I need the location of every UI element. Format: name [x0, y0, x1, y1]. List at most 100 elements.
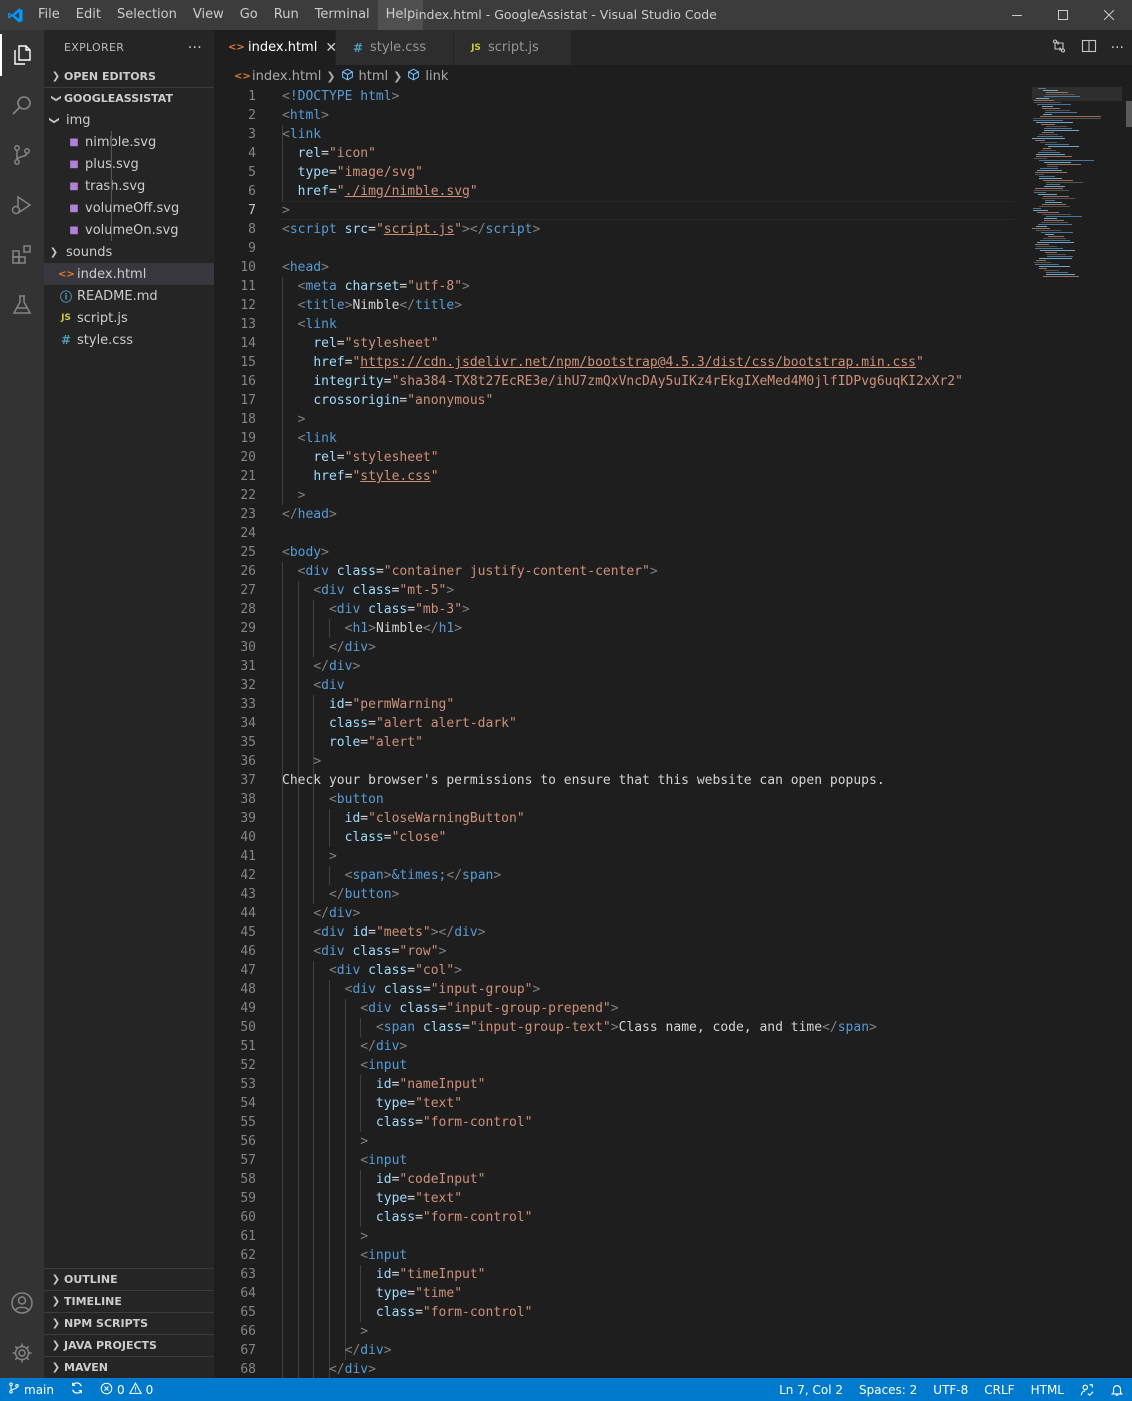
code-line[interactable]: 16 integrity="sha384-TX8t27EcRE3e/ihU7zm…: [214, 372, 1014, 391]
minimap[interactable]: [1032, 87, 1122, 287]
code-line[interactable]: 65 class="form-control": [214, 1303, 1014, 1322]
code-line[interactable]: 13 <link: [214, 315, 1014, 334]
menu-help[interactable]: Help: [377, 0, 424, 30]
tree-item-plus-svg[interactable]: ■plus.svg: [44, 153, 214, 175]
tree-item-script-js[interactable]: JS script.js: [44, 307, 214, 329]
menu-terminal[interactable]: Terminal: [307, 0, 378, 30]
code-line[interactable]: 43 </button>: [214, 885, 1014, 904]
code-line[interactable]: 61 >: [214, 1227, 1014, 1246]
code-line[interactable]: 51 </div>: [214, 1037, 1014, 1056]
menu-edit[interactable]: Edit: [68, 0, 109, 30]
indentation[interactable]: Spaces: 2: [851, 1378, 925, 1401]
code-line[interactable]: 42 <span>&times;</span>: [214, 866, 1014, 885]
feedback-icon[interactable]: [1072, 1378, 1102, 1401]
code-line[interactable]: 22 >: [214, 486, 1014, 505]
code-line[interactable]: 53 id="nameInput": [214, 1075, 1014, 1094]
tree-item-readme-md[interactable]: ⓘ README.md: [44, 285, 214, 307]
code-line[interactable]: 12 <title>Nimble</title>: [214, 296, 1014, 315]
code-editor[interactable]: 1 <!DOCTYPE html> 2 <html> 3 <link 4 rel="icon…: [214, 87, 1132, 1378]
tree-item-volumeon-svg[interactable]: ■ volumeOn.svg: [44, 219, 214, 241]
code-line[interactable]: 57 <input: [214, 1151, 1014, 1170]
source-control-icon[interactable]: [0, 130, 44, 180]
breadcrumb-file[interactable]: index.html: [252, 69, 321, 84]
tree-item-trash-svg[interactable]: ■ trash.svg: [44, 175, 214, 197]
menu-run[interactable]: Run: [266, 0, 307, 30]
code-line[interactable]: 47 <div class="col">: [214, 961, 1014, 980]
code-line[interactable]: 10 <head>: [214, 258, 1014, 277]
code-line[interactable]: 19 <link: [214, 429, 1014, 448]
code-line[interactable]: 5 type="image/svg": [214, 163, 1014, 182]
menu-go[interactable]: Go: [232, 0, 266, 30]
maximize-button[interactable]: [1040, 0, 1086, 30]
tree-item-nimble-svg[interactable]: ■ nimble.svg: [44, 131, 214, 153]
tab-style-css[interactable]: # style.css: [336, 30, 454, 65]
run-debug-icon[interactable]: [0, 180, 44, 230]
tree-item-img[interactable]: ❯ img: [44, 109, 214, 131]
editor-scrollbar[interactable]: [1126, 101, 1132, 127]
code-line[interactable]: 11 <meta charset="utf-8">: [214, 277, 1014, 296]
code-line[interactable]: 29 <h1>Nimble</h1>: [214, 619, 1014, 638]
close-window-button[interactable]: [1086, 0, 1132, 30]
extensions-icon[interactable]: [0, 230, 44, 280]
split-editor-icon[interactable]: [1081, 38, 1097, 58]
language-mode[interactable]: HTML: [1023, 1378, 1072, 1401]
code-line[interactable]: 23 </head>: [214, 505, 1014, 524]
section-maven[interactable]: ❯ MAVEN: [44, 1356, 214, 1378]
tab-script-js[interactable]: JS script.js: [454, 30, 572, 65]
project-section[interactable]: ❯ GOOGLEASSISTAT: [44, 87, 214, 109]
code-line[interactable]: 27 <div class="mt-5">: [214, 581, 1014, 600]
code-line[interactable]: 60 class="form-control": [214, 1208, 1014, 1227]
code-line[interactable]: 64 type="time": [214, 1284, 1014, 1303]
cursor-position[interactable]: Ln 7, Col 2: [771, 1378, 851, 1401]
tree-item-sounds[interactable]: ❯ sounds: [44, 241, 214, 263]
code-line[interactable]: 40 class="close": [214, 828, 1014, 847]
code-line[interactable]: 52 <input: [214, 1056, 1014, 1075]
code-line[interactable]: 46 <div class="row">: [214, 942, 1014, 961]
code-line[interactable]: 26 <div class="container justify-content…: [214, 562, 1014, 581]
breadcrumb-link[interactable]: link: [425, 69, 448, 84]
open-editors-section[interactable]: ❯ OPEN EDITORS: [44, 65, 214, 87]
settings-gear-icon[interactable]: [0, 1328, 44, 1378]
encoding[interactable]: UTF-8: [925, 1378, 976, 1401]
section-npm-scripts[interactable]: ❯ NPM SCRIPTS: [44, 1312, 214, 1334]
notifications-bell-icon[interactable]: [1102, 1378, 1132, 1401]
code-line[interactable]: 67 </div>: [214, 1341, 1014, 1360]
more-actions-icon[interactable]: ···: [188, 40, 202, 56]
code-line[interactable]: 37 Check your browser's permissions to en…: [214, 771, 1014, 790]
code-line[interactable]: 9: [214, 239, 1014, 258]
code-line[interactable]: 41 >: [214, 847, 1014, 866]
search-icon[interactable]: [0, 80, 44, 130]
code-line[interactable]: 66 >: [214, 1322, 1014, 1341]
code-line[interactable]: 15 href="https://cdn.jsdelivr.net/npm/bo…: [214, 353, 1014, 372]
menu-view[interactable]: View: [185, 0, 232, 30]
code-line[interactable]: 17 crossorigin="anonymous": [214, 391, 1014, 410]
tab-index-html[interactable]: <> index.html ✕: [214, 30, 337, 65]
section-java-projects[interactable]: ❯ JAVA PROJECTS: [44, 1334, 214, 1356]
code-line[interactable]: 24: [214, 524, 1014, 543]
code-line[interactable]: 20 rel="stylesheet": [214, 448, 1014, 467]
code-line[interactable]: 39 id="closeWarningButton": [214, 809, 1014, 828]
branch-status[interactable]: main: [0, 1378, 62, 1401]
code-line[interactable]: 4 rel="icon": [214, 144, 1014, 163]
code-line[interactable]: 31 </div>: [214, 657, 1014, 676]
code-line[interactable]: 18 >: [214, 410, 1014, 429]
code-line[interactable]: 45 <div id="meets"></div>: [214, 923, 1014, 942]
menu-file[interactable]: File: [30, 0, 68, 30]
code-line[interactable]: 32 <div: [214, 676, 1014, 695]
code-line[interactable]: 8 <script src="script.js"></script>: [214, 220, 1014, 239]
code-line[interactable]: 14 rel="stylesheet": [214, 334, 1014, 353]
code-line[interactable]: 50 <span class="input-group-text">Class …: [214, 1018, 1014, 1037]
code-line[interactable]: 49 <div class="input-group-prepend">: [214, 999, 1014, 1018]
code-line[interactable]: 35 role="alert": [214, 733, 1014, 752]
section-outline[interactable]: ❯ OUTLINE: [44, 1268, 214, 1290]
code-line[interactable]: 59 type="text": [214, 1189, 1014, 1208]
tree-item-volumeoff-svg[interactable]: ■ volumeOff.svg: [44, 197, 214, 219]
more-editor-actions-icon[interactable]: ···: [1111, 40, 1124, 56]
code-line[interactable]: 44 </div>: [214, 904, 1014, 923]
sync-status[interactable]: [62, 1378, 92, 1401]
breadcrumb-html[interactable]: html: [359, 69, 389, 84]
account-icon[interactable]: [0, 1278, 44, 1328]
code-line[interactable]: 62 <input: [214, 1246, 1014, 1265]
code-line[interactable]: 33 id="permWarning": [214, 695, 1014, 714]
code-line[interactable]: 54 type="text": [214, 1094, 1014, 1113]
